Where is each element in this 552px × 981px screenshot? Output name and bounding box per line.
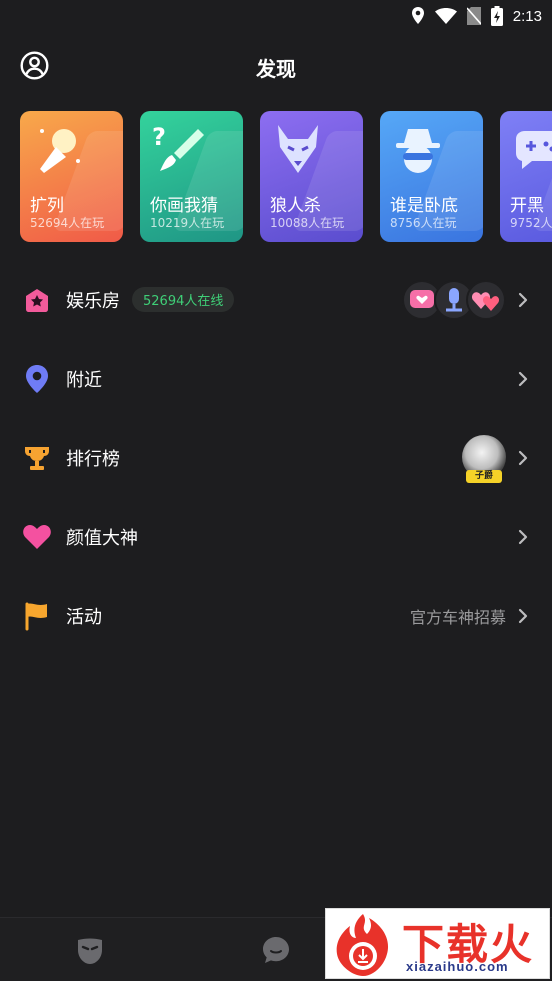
status-bar: 2:13 xyxy=(0,0,552,32)
watermark-url: xiazaihuo.com xyxy=(406,959,509,974)
game-count: 10219人在玩 xyxy=(150,216,225,230)
trophy-icon xyxy=(22,443,52,473)
no-sim-icon xyxy=(466,7,481,25)
chat-bubble-icon[interactable] xyxy=(260,934,292,966)
menu-label: 颜值大神 xyxy=(66,527,138,549)
chevron-right-icon xyxy=(518,608,528,623)
menu-label: 活动 xyxy=(66,606,102,628)
activity-promo-text: 官方车神招募 xyxy=(409,607,506,627)
games-carousel[interactable]: 扩列 52694人在玩 ? 你画我猜 10219人在玩 狼人杀 10088人在玩… xyxy=(20,111,552,243)
game-card-draw-guess[interactable]: ? 你画我猜 10219人在玩 xyxy=(140,111,243,242)
gamepad-icon xyxy=(516,131,552,169)
menu-item-activity[interactable]: 活动 官方车神招募 xyxy=(0,576,552,655)
flame-logo-icon xyxy=(336,914,389,976)
game-name: 开黑 xyxy=(510,196,544,216)
avatar xyxy=(466,279,506,320)
status-time: 2:13 xyxy=(512,7,542,25)
header: 发现 xyxy=(0,44,552,88)
game-count: 52694人在玩 xyxy=(30,216,105,230)
game-name: 你画我猜 xyxy=(150,196,218,216)
game-name: 谁是卧底 xyxy=(390,196,458,216)
game-card-werewolf[interactable]: 狼人杀 10088人在玩 xyxy=(260,111,363,242)
discover-menu: 娱乐房 52694人在线 附近 排行榜 子爵 颜值大神 活动 官方车神招募 xyxy=(0,260,552,655)
game-card-kaihei[interactable]: 开黑 9752人 xyxy=(500,111,552,242)
room-avatars xyxy=(402,279,506,320)
rank-tag: 子爵 xyxy=(466,469,502,483)
menu-item-beauty[interactable]: 颜值大神 xyxy=(0,497,552,576)
location-pin-icon xyxy=(22,364,52,394)
chevron-right-icon xyxy=(518,371,528,386)
game-name: 扩列 xyxy=(30,196,64,216)
wolf-icon xyxy=(278,125,318,173)
game-card-undercover[interactable]: 谁是卧底 8756人在玩 xyxy=(380,111,483,242)
menu-label: 附近 xyxy=(66,369,102,391)
svg-text:?: ? xyxy=(152,123,166,151)
menu-label: 排行榜 xyxy=(66,448,120,470)
battery-charging-icon xyxy=(490,6,503,26)
top-user-avatar: 子爵 xyxy=(462,434,506,483)
wifi-icon xyxy=(434,8,457,24)
house-star-icon xyxy=(22,285,52,315)
menu-item-entertainment[interactable]: 娱乐房 52694人在线 xyxy=(0,260,552,339)
menu-item-ranking[interactable]: 排行榜 子爵 xyxy=(0,418,552,497)
online-count-badge: 52694人在线 xyxy=(132,287,235,312)
location-icon xyxy=(411,7,424,24)
game-count: 8756人在玩 xyxy=(390,216,457,230)
spy-icon xyxy=(396,129,440,173)
chevron-right-icon xyxy=(518,450,528,465)
chevron-right-icon xyxy=(518,292,528,307)
game-name: 狼人杀 xyxy=(270,196,321,216)
page-title: 发现 xyxy=(256,57,296,81)
flag-icon xyxy=(22,601,52,631)
heart-icon xyxy=(22,522,52,552)
watermark-logo: 下载火 xiazaihuo.com xyxy=(325,908,550,979)
game-count: 9752人 xyxy=(510,216,552,230)
paintbrush-icon: ? xyxy=(152,123,204,171)
menu-item-nearby[interactable]: 附近 xyxy=(0,339,552,418)
game-count: 10088人在玩 xyxy=(270,216,345,230)
menu-label: 娱乐房 xyxy=(66,290,120,312)
chevron-right-icon xyxy=(518,529,528,544)
mask-icon[interactable] xyxy=(74,934,106,966)
microphone-icon xyxy=(40,129,80,173)
game-card-kuolie[interactable]: 扩列 52694人在玩 xyxy=(20,111,123,242)
